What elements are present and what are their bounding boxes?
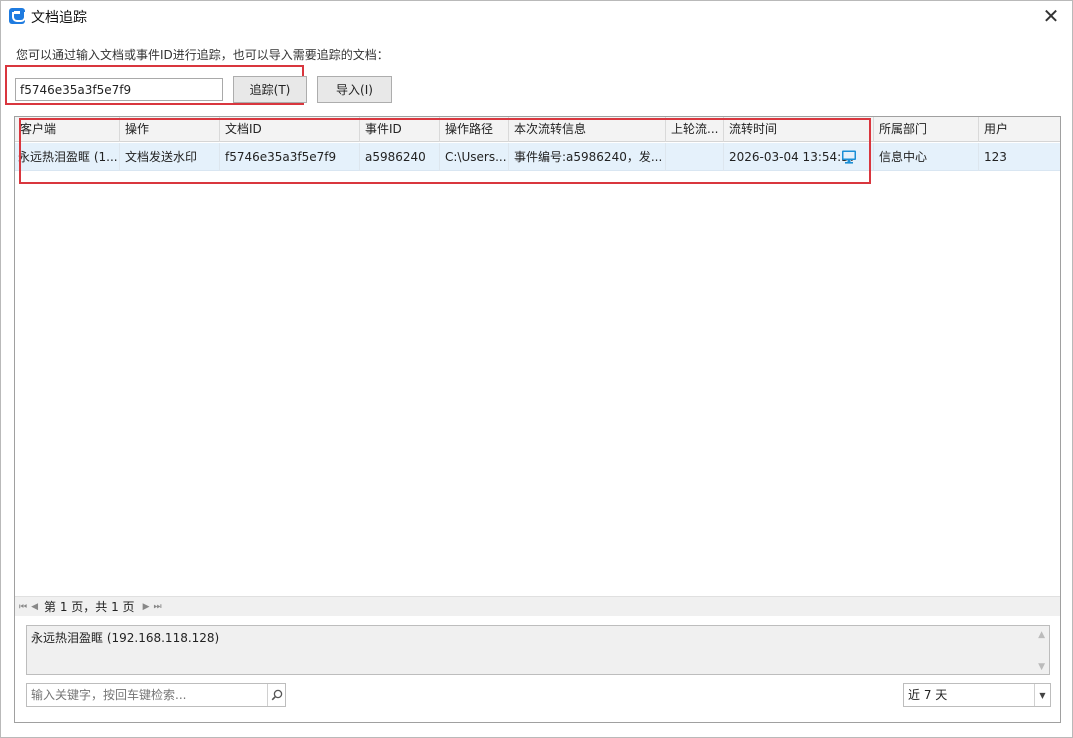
column-header-department[interactable]: 所属部门 xyxy=(874,117,979,142)
import-button[interactable]: 导入(I) xyxy=(317,76,392,103)
search-button[interactable] xyxy=(267,684,285,706)
first-page-icon[interactable]: ⏮ xyxy=(19,602,27,612)
detail-info-box[interactable]: 永远热泪盈眶 (192.168.118.128) ▲ ▼ xyxy=(26,625,1050,675)
last-page-icon[interactable]: ⏭ xyxy=(153,602,161,612)
detail-info-text: 永远热泪盈眶 (192.168.118.128) xyxy=(31,631,220,645)
track-id-input[interactable] xyxy=(15,78,223,101)
page-indicator: 第 1 页，共 1 页 xyxy=(44,600,135,614)
date-range-value: 近 7 天 xyxy=(908,688,948,702)
grid-highlight-box xyxy=(19,118,871,184)
scroll-down-icon[interactable]: ▼ xyxy=(1038,662,1045,672)
keyword-search xyxy=(26,683,286,707)
tracking-grid: 客户端 操作 文档ID 事件ID 操作路径 本次流转信息 上轮流... 流转时间… xyxy=(14,116,1061,723)
search-icon xyxy=(271,689,282,701)
chevron-down-icon[interactable]: ▼ xyxy=(1034,684,1050,706)
instruction-text: 您可以通过输入文档或事件ID进行追踪，也可以导入需要追踪的文档： xyxy=(16,48,389,62)
track-button[interactable]: 追踪(T) xyxy=(233,76,307,103)
pager: ⏮ ◀ 第 1 页，共 1 页 ▶ ⏭ xyxy=(15,596,1060,616)
search-input[interactable] xyxy=(27,684,268,706)
document-tracking-dialog: 文档追踪 ✕ 您可以通过输入文档或事件ID进行追踪，也可以导入需要追踪的文档： … xyxy=(0,0,1073,738)
cell-user: 123 xyxy=(984,150,1007,164)
cell-department: 信息中心 xyxy=(874,143,979,171)
app-logo-icon xyxy=(9,8,26,24)
title-bar: 文档追踪 ✕ xyxy=(1,1,1072,32)
next-page-icon[interactable]: ▶ xyxy=(143,602,150,612)
date-range-select[interactable]: 近 7 天 ▼ xyxy=(903,683,1051,707)
prev-page-icon[interactable]: ◀ xyxy=(31,602,38,612)
window-title: 文档追踪 xyxy=(31,10,87,26)
scroll-up-icon[interactable]: ▲ xyxy=(1038,630,1045,640)
close-button[interactable]: ✕ xyxy=(1038,4,1064,28)
column-header-user[interactable]: 用户 xyxy=(979,117,1060,142)
